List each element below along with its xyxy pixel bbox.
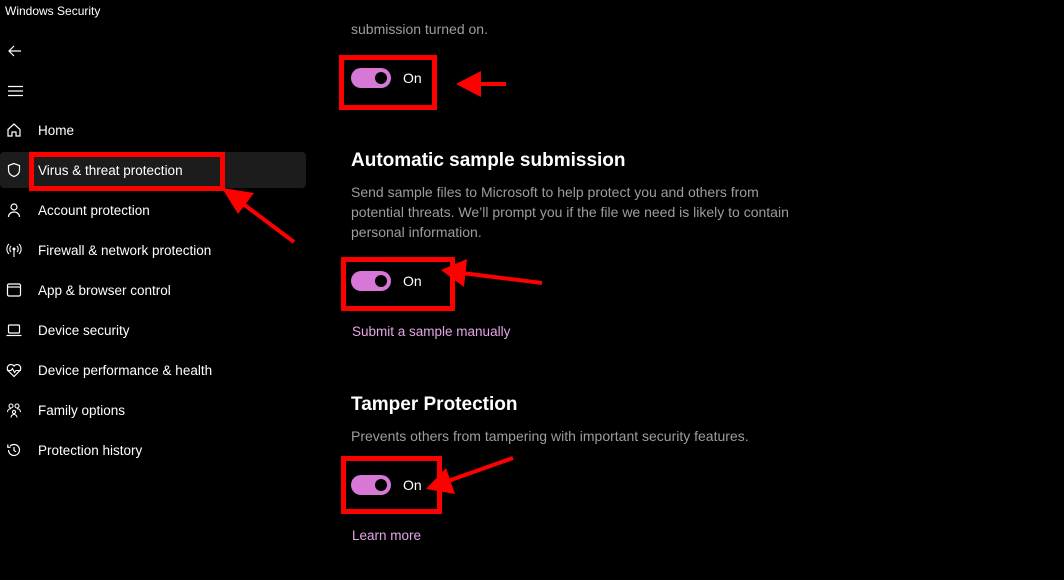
sidebar-item-label: Device security [38, 322, 130, 338]
sidebar-item-protection-history[interactable]: Protection history [0, 432, 310, 468]
sample-submission-description: Send sample files to Microsoft to help p… [351, 182, 871, 242]
sidebar-item-device-security[interactable]: Device security [0, 312, 310, 348]
learn-more-link[interactable]: Learn more [352, 528, 421, 543]
person-icon [5, 201, 23, 219]
laptop-icon [5, 321, 23, 339]
description-line: Send sample files to Microsoft to help p… [351, 184, 759, 200]
sidebar-item-firewall[interactable]: Firewall & network protection [0, 232, 310, 268]
sidebar-item-app-browser-control[interactable]: App & browser control [0, 272, 310, 308]
submit-sample-manually-link[interactable]: Submit a sample manually [352, 324, 510, 339]
annotation-box-tamper-toggle [341, 456, 442, 514]
home-icon [5, 121, 23, 139]
family-icon [5, 401, 23, 419]
annotation-arrow-cloud-toggle [456, 71, 506, 97]
annotation-arrow-sample-toggle [441, 259, 543, 287]
shield-icon [5, 161, 23, 179]
sidebar-item-label: Family options [38, 402, 126, 418]
cloud-partial-description: submission turned on. [351, 21, 488, 37]
sidebar-item-label: Firewall & network protection [38, 242, 212, 258]
sidebar-item-label: Account protection [38, 202, 150, 218]
description-line: personal information. [351, 224, 482, 240]
sidebar-item-device-performance[interactable]: Device performance & health [0, 352, 310, 388]
app-window-icon [5, 281, 23, 299]
sample-submission-heading: Automatic sample submission [351, 150, 626, 171]
tamper-protection-description: Prevents others from tampering with impo… [351, 428, 749, 444]
sidebar-item-account-protection[interactable]: Account protection [0, 192, 310, 228]
annotation-box-cloud-toggle [339, 55, 437, 110]
sidebar-item-family-options[interactable]: Family options [0, 392, 310, 428]
window-title: Windows Security [5, 4, 101, 18]
back-arrow-icon[interactable] [6, 42, 24, 60]
heart-pulse-icon [5, 361, 23, 379]
hamburger-menu-icon[interactable] [6, 82, 24, 100]
history-icon [5, 441, 23, 459]
description-line: potential threats. We’ll prompt you if t… [351, 204, 789, 220]
sidebar-item-label: Protection history [38, 442, 143, 458]
sidebar-item-label: App & browser control [38, 282, 171, 298]
sidebar-item-home[interactable]: Home [0, 112, 310, 148]
sidebar-item-label: Device performance & health [38, 362, 213, 378]
wireless-antenna-icon [5, 241, 23, 259]
sidebar-item-label: Home [38, 122, 75, 138]
annotation-box-sidebar [29, 152, 225, 191]
tamper-protection-heading: Tamper Protection [351, 394, 518, 415]
annotation-box-sample-toggle [341, 257, 455, 311]
